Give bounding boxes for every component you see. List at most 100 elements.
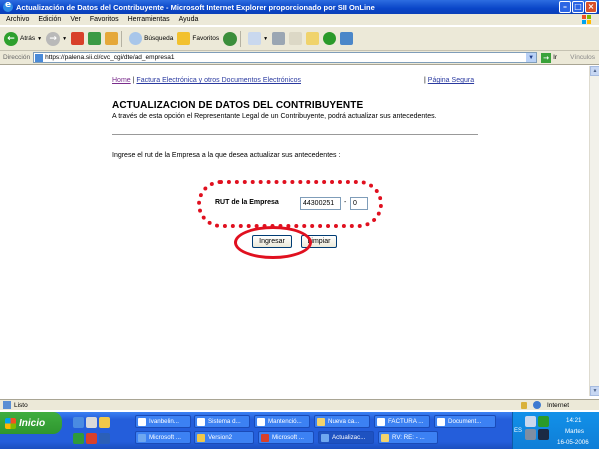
document-icon: [377, 417, 385, 426]
highlight-ellipse: [234, 226, 312, 259]
tray-network-icon[interactable]: [525, 429, 536, 440]
chevron-down-icon: ▼: [263, 35, 269, 42]
address-bar: Dirección https://palena.sii.cl/cvc_cgi/…: [0, 51, 599, 65]
task-item[interactable]: Version2: [194, 431, 254, 444]
home-button[interactable]: [105, 32, 119, 45]
dv-input[interactable]: [350, 197, 368, 210]
document-icon: [257, 417, 265, 426]
clock-date: 16-05-2006: [557, 439, 589, 446]
quicklaunch-office-icon[interactable]: [86, 433, 97, 444]
breadcrumb: Home | Factura Electrónica y otros Docum…: [112, 77, 301, 84]
task-item[interactable]: RV: RE: - ...: [378, 431, 438, 444]
task-label: Nueva ca...: [328, 418, 360, 425]
back-arrow-icon: ←: [4, 31, 18, 46]
ie-icon: [3, 0, 13, 12]
folder-icon: [306, 32, 320, 45]
tray-mail-icon[interactable]: [525, 416, 536, 427]
status-text: Listo: [14, 401, 28, 409]
back-button[interactable]: ← Atrás ▼: [4, 31, 43, 46]
go-button[interactable]: → Ir: [541, 52, 558, 63]
page-icon: [35, 53, 44, 62]
stop-button[interactable]: [71, 32, 85, 45]
window-controls: – □ ×: [559, 1, 597, 13]
favorites-label: Favoritos: [192, 35, 220, 42]
language-indicator[interactable]: ES: [514, 428, 522, 434]
clock-time[interactable]: 14:21: [566, 417, 581, 424]
task-label: Microsoft ...: [272, 434, 304, 441]
secure-page-link[interactable]: Página Segura: [428, 77, 474, 84]
research-icon: [340, 32, 354, 45]
menu-herramientas[interactable]: Herramientas: [128, 16, 170, 23]
rut-label: RUT de la Empresa: [215, 199, 279, 206]
lock-icon: [520, 401, 527, 409]
refresh-button[interactable]: [88, 32, 102, 45]
research-button[interactable]: [340, 32, 354, 45]
history-button[interactable]: [223, 31, 238, 46]
quicklaunch-ie-icon[interactable]: [73, 417, 84, 428]
print-button[interactable]: [272, 32, 286, 45]
stop-icon: [71, 32, 85, 45]
address-label: Dirección: [3, 54, 31, 61]
task-label: Ivanbelin...: [149, 418, 179, 425]
menu-ayuda[interactable]: Ayuda: [179, 16, 199, 23]
task-item[interactable]: Ivanbelin...: [135, 415, 191, 428]
document-icon: [437, 417, 445, 426]
edit-button[interactable]: [289, 32, 303, 45]
instruction-text: Ingrese el rut de la Empresa a la que de…: [112, 152, 341, 159]
chevron-down-icon: ▼: [62, 35, 68, 42]
go-label: Ir: [553, 54, 558, 61]
minimize-button[interactable]: –: [559, 1, 571, 13]
task-item[interactable]: FACTURA ...: [374, 415, 430, 428]
menu-archivo[interactable]: Archivo: [6, 16, 29, 23]
forward-button[interactable]: → ▼: [46, 31, 68, 46]
rut-input[interactable]: [300, 197, 341, 210]
task-item[interactable]: Document...: [434, 415, 496, 428]
tray-monitor-icon[interactable]: [538, 429, 549, 440]
task-item[interactable]: Mantenció...: [254, 415, 310, 428]
task-item[interactable]: Microsoft ...: [258, 431, 314, 444]
messenger-button[interactable]: [323, 32, 337, 45]
quicklaunch-desktop-icon[interactable]: [86, 417, 97, 428]
status-bar: Listo Internet: [0, 399, 599, 410]
close-button[interactable]: ×: [585, 1, 597, 13]
mail-icon: [317, 417, 325, 426]
task-item[interactable]: Microsoft ...: [135, 431, 191, 444]
scroll-up-icon[interactable]: ▲: [590, 66, 599, 76]
mail-icon: [381, 433, 389, 442]
quicklaunch-word-icon[interactable]: [99, 433, 110, 444]
document-icon: [138, 417, 146, 426]
menu-edicion[interactable]: Edición: [38, 16, 61, 23]
windows-logo-icon: [582, 15, 591, 24]
search-button[interactable]: Búsqueda: [129, 32, 173, 45]
vertical-scrollbar[interactable]: ▲ ▼: [589, 66, 599, 396]
task-item-active[interactable]: Actualizac...: [318, 431, 374, 444]
maximize-button[interactable]: □: [572, 1, 584, 13]
task-item[interactable]: Sistema d...: [194, 415, 250, 428]
factura-link[interactable]: Factura Electrónica y otros Documentos E…: [136, 77, 301, 84]
rut-dash: -: [344, 199, 347, 206]
scroll-down-icon[interactable]: ▼: [590, 386, 599, 396]
url-text[interactable]: https://palena.sii.cl/cvc_cgi/dte/ad_emp…: [45, 54, 526, 61]
nav-separator: |: [424, 77, 426, 84]
menu-favoritos[interactable]: Favoritos: [90, 16, 119, 23]
quicklaunch-folder-icon[interactable]: [99, 417, 110, 428]
windows-flag-icon: [5, 417, 16, 429]
chevron-down-icon[interactable]: ▼: [526, 53, 537, 62]
menu-ver[interactable]: Ver: [70, 16, 81, 23]
tray-messenger-icon[interactable]: [538, 416, 549, 427]
favorites-button[interactable]: Favoritos: [177, 32, 219, 45]
toolbar-divider: [240, 30, 242, 47]
quicklaunch-excel-icon[interactable]: [73, 433, 84, 444]
search-label: Búsqueda: [144, 35, 174, 42]
document-icon: [197, 417, 205, 426]
chevron-down-icon: ▼: [37, 35, 43, 42]
start-button[interactable]: Inicio: [0, 412, 62, 434]
task-label: Sistema d...: [208, 418, 241, 425]
address-field[interactable]: https://palena.sii.cl/cvc_cgi/dte/ad_emp…: [33, 52, 538, 63]
edit-icon: [289, 32, 303, 45]
mail-button[interactable]: ▼: [248, 32, 268, 45]
home-link[interactable]: Home: [112, 77, 131, 84]
folder-button[interactable]: [306, 32, 320, 45]
links-label[interactable]: Vínculos: [570, 54, 595, 61]
task-item[interactable]: Nueva ca...: [314, 415, 370, 428]
